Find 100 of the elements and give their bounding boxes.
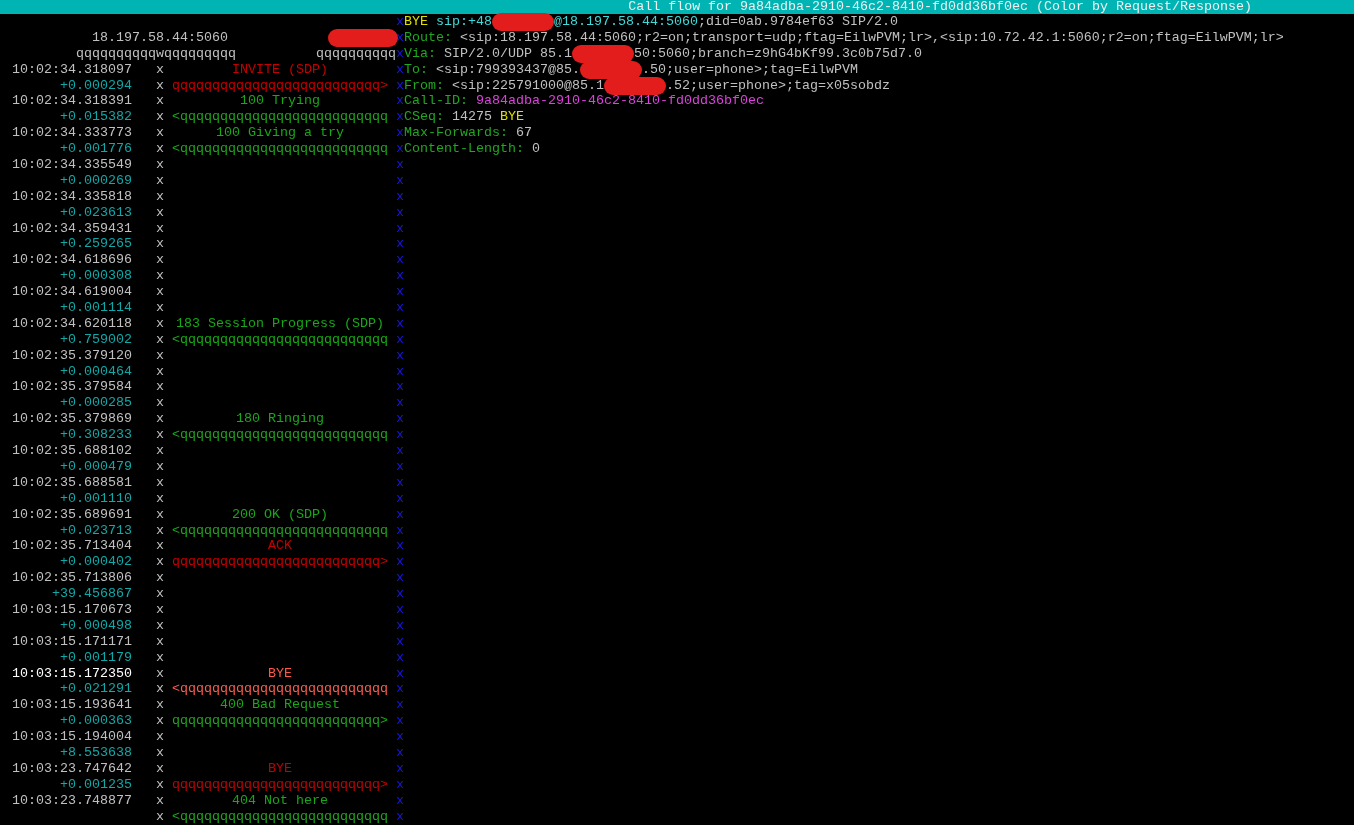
column-rule: x <box>156 490 164 507</box>
header-value: 0 <box>530 141 540 158</box>
pane-divider: x <box>396 204 404 221</box>
column-rule: x <box>156 427 164 444</box>
pane-divider: x <box>396 554 404 571</box>
message-arrow[interactable]: <qqqqqqqqqqqqqqqqqqqqqqqqqq <box>172 808 388 825</box>
timestamp[interactable]: 10:02:35.379869 <box>0 411 132 428</box>
pane-divider: x <box>396 331 404 348</box>
header-value: <sip:225791000@85.1 <box>451 77 604 94</box>
time-delta: +0.000464 <box>59 363 132 380</box>
column-rule: x <box>156 474 164 491</box>
timestamp[interactable]: 10:02:35.379120 <box>0 347 132 364</box>
column-rule: x <box>156 649 164 666</box>
timestamp[interactable]: 10:02:35.688581 <box>0 474 132 491</box>
message-arrow[interactable]: <qqqqqqqqqqqqqqqqqqqqqqqqqq <box>172 141 388 158</box>
column-rule: x <box>156 188 164 205</box>
timestamp[interactable]: 10:02:34.335818 <box>0 188 132 205</box>
column-rule: x <box>156 792 164 809</box>
column-rule: x <box>156 284 164 301</box>
column-rule: x <box>156 443 164 459</box>
header-value: 67 <box>514 125 532 142</box>
timestamp[interactable]: 10:03:15.194004 <box>0 729 132 745</box>
column-rule: x <box>156 395 164 412</box>
header-name: To: <box>404 61 428 78</box>
timestamp[interactable]: 10:02:34.359431 <box>0 220 132 237</box>
message-arrow[interactable]: <qqqqqqqqqqqqqqqqqqqqqqqqqq <box>172 109 388 126</box>
column-rule: x <box>156 236 164 253</box>
timestamp[interactable]: 10:02:35.713404 <box>0 538 132 555</box>
timestamp[interactable]: 10:03:15.172350 <box>0 665 132 682</box>
column-rule: x <box>156 172 164 189</box>
timestamp[interactable]: 10:02:34.620118 <box>0 315 132 332</box>
pane-divider: x <box>396 760 404 777</box>
header-value: 14275 <box>451 109 493 126</box>
column-rule: x <box>156 204 164 221</box>
time-delta: +0.015382 <box>59 109 132 126</box>
timestamp[interactable]: 10:02:34.619004 <box>0 284 132 301</box>
pane-divider: x <box>396 713 404 730</box>
message-label[interactable]: 200 OK (SDP) <box>232 506 328 523</box>
pane-divider: x <box>396 633 404 650</box>
message-arrow[interactable]: <qqqqqqqqqqqqqqqqqqqqqqqqqq <box>172 331 388 348</box>
time-delta: +0.001776 <box>59 141 132 158</box>
time-delta: +0.023613 <box>59 204 132 221</box>
pane-divider: x <box>396 697 404 714</box>
column-rule: x <box>156 125 164 142</box>
time-delta: +0.000269 <box>59 172 132 189</box>
timestamp[interactable]: 10:02:35.713806 <box>0 570 132 587</box>
pane-divider: x <box>396 538 404 555</box>
pane-divider: x <box>396 649 404 666</box>
timestamp[interactable]: 10:03:23.748877 <box>0 792 132 809</box>
pane-divider: x <box>396 744 404 761</box>
column-rule: x <box>156 586 164 602</box>
redaction-mark <box>328 28 398 47</box>
message-arrow[interactable]: qqqqqqqqqqqqqqqqqqqqqqqqqq> <box>172 713 388 730</box>
sip-method: BYE <box>500 109 524 126</box>
header-name: Max-Forwards: <box>404 125 508 142</box>
redaction-mark <box>572 44 634 63</box>
column-rule: x <box>156 220 164 237</box>
pane-divider: x <box>396 14 404 30</box>
timestamp[interactable]: 10:02:34.318391 <box>0 93 132 110</box>
pane-divider: x <box>396 665 404 682</box>
request-uri: @18.197.58.44:5060 <box>554 14 698 30</box>
column-rule: x <box>156 363 164 380</box>
message-label[interactable]: 100 Trying <box>240 93 320 110</box>
time-delta: +0.000308 <box>59 268 132 285</box>
message-label[interactable]: 100 Giving a try <box>216 125 344 142</box>
timestamp[interactable]: 10:02:34.333773 <box>0 125 132 142</box>
timestamp[interactable]: 10:02:34.318097 <box>0 61 132 78</box>
timestamp[interactable]: 10:02:35.689691 <box>0 506 132 523</box>
pane-divider: x <box>396 284 404 301</box>
header-value: SIP/2.0/UDP 85.1 <box>443 45 572 62</box>
column-rule: x <box>156 157 164 173</box>
message-arrow[interactable]: <qqqqqqqqqqqqqqqqqqqqqqqqqq <box>172 522 388 539</box>
message-label[interactable]: 183 Session Progress (SDP) <box>176 315 384 332</box>
timestamp[interactable]: 10:03:15.193641 <box>0 697 132 714</box>
timestamp[interactable]: 10:02:35.379584 <box>0 379 132 396</box>
timestamp[interactable]: 10:03:15.170673 <box>0 601 132 618</box>
message-arrow[interactable]: <qqqqqqqqqqqqqqqqqqqqqqqqqq <box>172 681 388 698</box>
timestamp[interactable]: 10:03:23.747642 <box>0 760 132 777</box>
message-label[interactable]: 404 Not here <box>232 792 328 809</box>
column-rule: x <box>156 554 164 571</box>
pane-divider: x <box>396 506 404 523</box>
timestamp[interactable]: 10:03:15.171171 <box>0 633 132 650</box>
timestamp[interactable]: 10:02:35.688102 <box>0 443 132 459</box>
time-delta: +0.021291 <box>59 681 132 698</box>
message-label[interactable]: 180 Ringing <box>236 411 324 428</box>
column-rule: x <box>156 300 164 316</box>
header-value: <sip:18.197.58.44:5060;r2=on;transport=udp;ftag=EilwPVM;lr>,<sip:10.72.42.1:5060;r2=on;ftag=EilwPVM;lr> <box>459 29 1284 46</box>
message-label[interactable]: BYE <box>268 665 292 682</box>
message-label[interactable]: 400 Bad Request <box>220 697 340 714</box>
pane-divider: x <box>396 363 404 380</box>
header-name: Content-Length: <box>404 141 524 158</box>
time-delta: +0.001110 <box>59 490 132 507</box>
column-rule: x <box>156 681 164 698</box>
timestamp[interactable]: 10:02:34.335549 <box>0 157 132 173</box>
pane-divider: x <box>396 570 404 587</box>
sip-method: BYE <box>404 14 428 30</box>
message-arrow[interactable]: <qqqqqqqqqqqqqqqqqqqqqqqqqq <box>172 427 388 444</box>
header-name: From: <box>404 77 444 94</box>
pane-divider: x <box>396 61 404 78</box>
timestamp[interactable]: 10:02:34.618696 <box>0 252 132 269</box>
